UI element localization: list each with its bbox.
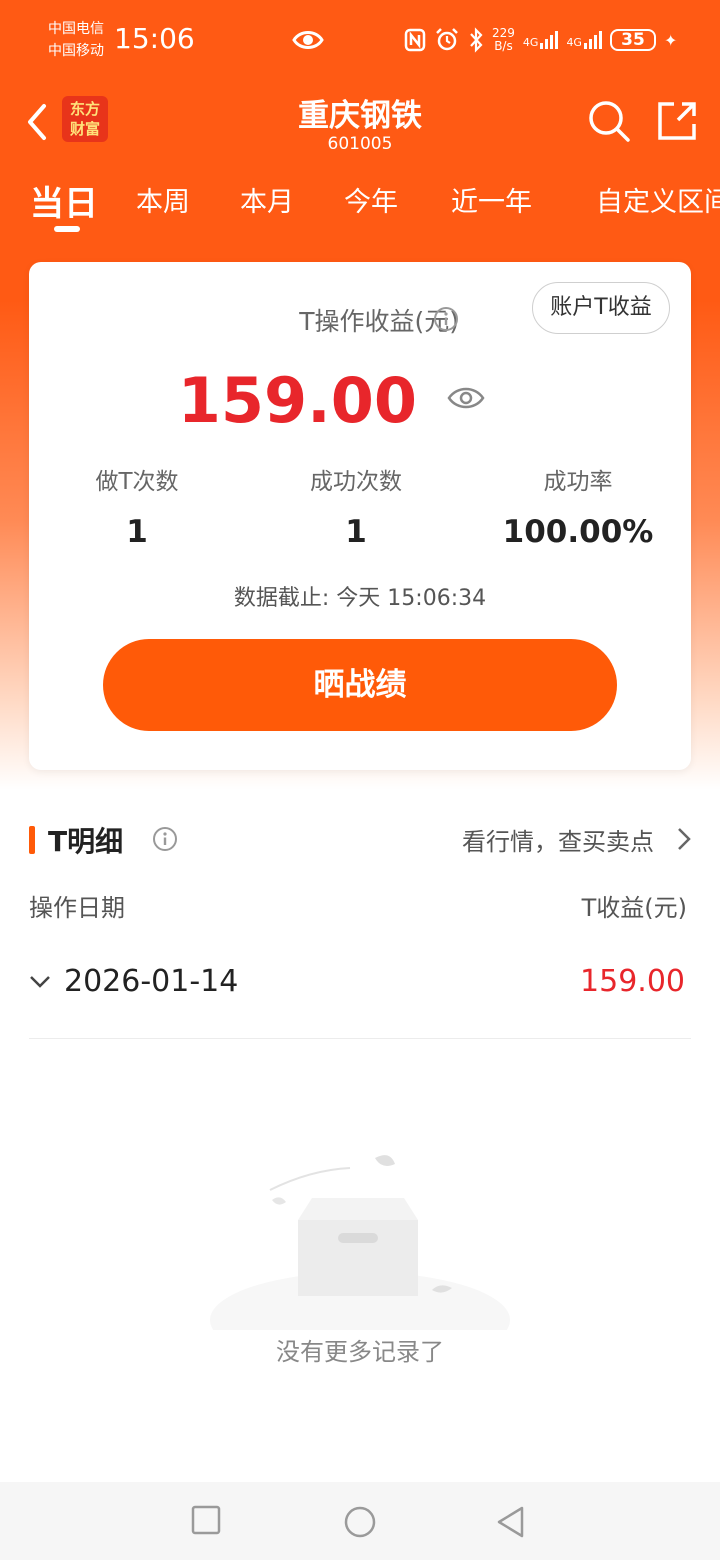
share-icon bbox=[658, 102, 696, 140]
signal-1-label: 4G bbox=[522, 36, 539, 49]
search-icon bbox=[589, 101, 630, 142]
empty-box-illustration bbox=[200, 1150, 520, 1368]
stat-value: 1 bbox=[345, 514, 367, 550]
active-tab-indicator bbox=[54, 226, 80, 232]
status-time: 15:06 bbox=[114, 22, 195, 55]
tab-last-year[interactable]: 近一年 bbox=[451, 180, 532, 219]
carrier-1: 中国电信 bbox=[48, 21, 104, 37]
tab-today[interactable]: 当日 bbox=[30, 176, 98, 225]
section-accent-bar bbox=[29, 826, 35, 854]
chevron-down-icon[interactable] bbox=[29, 974, 51, 994]
tab-year[interactable]: 今年 bbox=[344, 180, 398, 219]
battery-indicator: 35 bbox=[609, 29, 656, 51]
summary-card: T操作收益(元) 账户T收益 159.00 做T次数 1 成功次数 1 成功率 … bbox=[29, 262, 691, 770]
back-nav-button[interactable] bbox=[494, 1504, 526, 1544]
alarm-icon bbox=[436, 28, 458, 51]
data-cutoff-time: 数据截止: 今天 15:06:34 bbox=[233, 586, 487, 611]
stat-label: 成功次数 bbox=[310, 469, 402, 495]
account-t-profit-button[interactable]: 账户T收益 bbox=[532, 282, 670, 334]
t-profit-value: 159.00 bbox=[177, 364, 417, 437]
status-bar: 中国电信 中国移动 15:06 229 B/s 4G 4G 35 ✦ bbox=[0, 0, 720, 82]
view-quotes-link[interactable]: 看行情，查买卖点 bbox=[462, 822, 654, 857]
stat-label: 成功率 bbox=[543, 469, 613, 495]
detail-section-header: T明细 看行情，查买卖点 bbox=[0, 816, 720, 866]
status-icons: 229 B/s 4G 4G 35 ✦ bbox=[404, 22, 677, 58]
info-icon[interactable] bbox=[152, 826, 178, 852]
signal-2-label: 4G bbox=[566, 36, 582, 49]
top-nav: 东方 财富 重庆钢铁 601005 bbox=[0, 82, 720, 162]
summary-title: T操作收益(元) bbox=[299, 307, 459, 336]
empty-state-text: 没有更多记录了 bbox=[276, 1338, 444, 1366]
stat-success-count: 成功次数 1 bbox=[246, 462, 466, 550]
info-icon[interactable] bbox=[433, 306, 459, 332]
share-button[interactable] bbox=[654, 98, 700, 144]
carrier-info: 中国电信 中国移动 bbox=[48, 18, 104, 62]
signal-bars-icon bbox=[540, 31, 559, 49]
column-header-profit: T收益(元) bbox=[581, 894, 687, 922]
charging-leaf-icon: ✦ bbox=[663, 30, 678, 50]
triangle-back-icon bbox=[497, 1506, 524, 1538]
stat-success-rate: 成功率 100.00% bbox=[468, 462, 688, 550]
table-row[interactable]: 2026-01-14 159.00 bbox=[29, 950, 691, 1039]
eye-comfort-icon bbox=[292, 24, 324, 60]
share-results-button[interactable]: 晒战绩 bbox=[103, 639, 617, 731]
stat-label: 做T次数 bbox=[95, 469, 179, 495]
period-tabs: 当日 本周 本月 今年 近一年 自定义区间 bbox=[0, 168, 720, 238]
section-title: T明细 bbox=[48, 825, 124, 858]
tab-week[interactable]: 本周 bbox=[136, 180, 190, 219]
signal-1: 4G bbox=[523, 31, 559, 49]
net-speed: 229 B/s bbox=[492, 27, 515, 53]
row-profit: 159.00 bbox=[580, 964, 685, 999]
home-button[interactable] bbox=[342, 1504, 378, 1544]
tab-custom-range[interactable]: 自定义区间 bbox=[596, 180, 720, 219]
net-speed-unit: B/s bbox=[494, 39, 513, 53]
carrier-2: 中国移动 bbox=[48, 43, 104, 59]
tab-month[interactable]: 本月 bbox=[240, 180, 294, 219]
stat-value: 1 bbox=[126, 514, 148, 550]
nfc-icon bbox=[404, 28, 426, 52]
circle-icon bbox=[344, 1506, 376, 1538]
column-header-date: 操作日期 bbox=[29, 894, 125, 922]
recent-apps-button[interactable] bbox=[190, 1504, 222, 1540]
search-button[interactable] bbox=[586, 98, 632, 144]
chevron-right-icon[interactable] bbox=[676, 826, 692, 856]
square-icon bbox=[191, 1505, 221, 1535]
bluetooth-icon bbox=[470, 27, 483, 53]
stat-t-count: 做T次数 1 bbox=[27, 462, 247, 550]
stat-value: 100.00% bbox=[502, 514, 654, 550]
row-date: 2026-01-14 bbox=[64, 964, 239, 999]
visibility-toggle-button[interactable] bbox=[447, 384, 485, 416]
battery-level: 35 bbox=[621, 30, 645, 50]
eye-icon bbox=[447, 387, 485, 409]
system-nav-bar bbox=[0, 1482, 720, 1560]
signal-2: 4G bbox=[566, 31, 602, 49]
signal-bars-icon bbox=[583, 31, 602, 49]
